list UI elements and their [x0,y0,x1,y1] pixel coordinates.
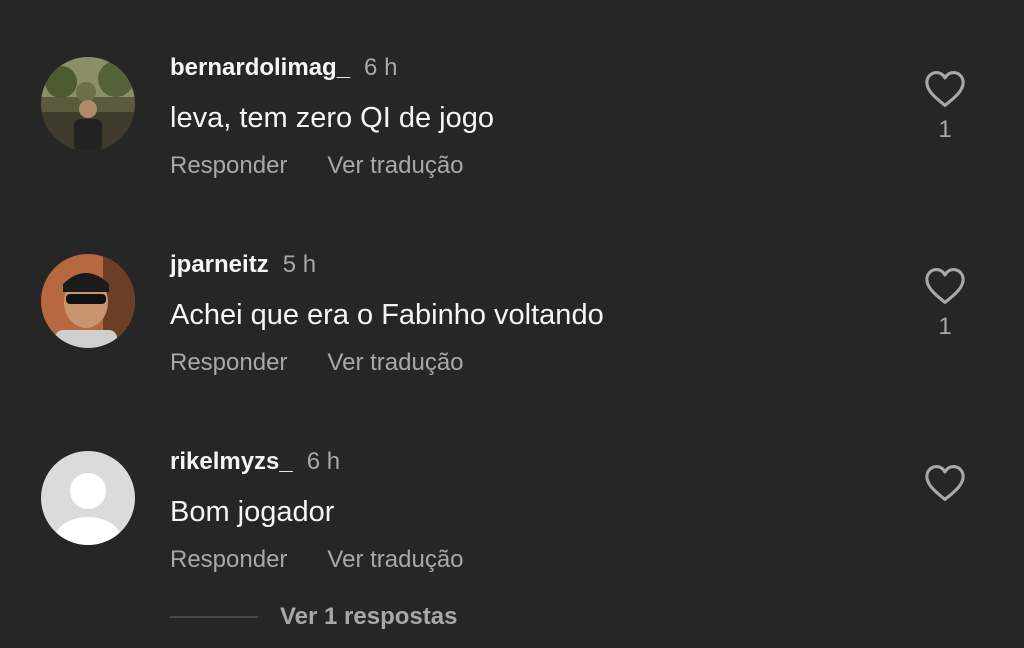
like-control: 1 [922,267,968,341]
avatar-photo [41,57,135,151]
comment-actions: Responder Ver tradução [170,544,464,576]
translate-button[interactable]: Ver tradução [327,349,463,376]
comment-text: Bom jogador [170,496,335,528]
timestamp: 5 h [282,251,317,278]
comment-item: jparneitz 5 h Achei que era o Fabinho vol… [0,207,1024,387]
reply-button[interactable]: Responder [170,152,287,179]
username[interactable]: rikelmyzs_ [170,448,293,475]
reply-button[interactable]: Responder [170,546,287,573]
comment-header: jparneitz 5 h [170,249,316,281]
avatar[interactable] [41,451,135,545]
view-replies-label[interactable]: Ver 1 respostas [280,603,457,631]
heart-icon[interactable] [924,464,966,502]
comment-header: rikelmyzs_ 6 h [170,446,340,478]
like-count: 1 [938,313,952,340]
avatar[interactable] [41,254,135,348]
comment-item: rikelmyzs_ 6 h Bom jogador Responder Ver t… [0,404,1024,584]
like-control: 1 [922,70,968,144]
translate-button[interactable]: Ver tradução [327,546,463,573]
avatar[interactable] [41,57,135,151]
username[interactable]: jparneitz [170,251,269,278]
translate-button[interactable]: Ver tradução [327,152,463,179]
comment-text: leva, tem zero QI de jogo [170,102,494,134]
comments-list: bernardolimag_ 6 h leva, tem zero QI de j… [0,0,1024,648]
comment-header: bernardolimag_ 6 h [170,52,397,84]
like-count: 1 [938,116,952,143]
heart-icon[interactable] [924,70,966,108]
username[interactable]: bernardolimag_ [170,54,350,81]
view-replies-toggle[interactable]: Ver 1 respostas [170,600,457,634]
comment-actions: Responder Ver tradução [170,150,464,182]
avatar-photo [41,254,135,348]
reply-button[interactable]: Responder [170,349,287,376]
heart-icon[interactable] [924,267,966,305]
comment-item: bernardolimag_ 6 h leva, tem zero QI de j… [0,10,1024,190]
timestamp: 6 h [306,448,341,475]
replies-divider [170,616,258,618]
comment-text: Achei que era o Fabinho voltando [170,299,604,331]
comment-actions: Responder Ver tradução [170,347,464,379]
timestamp: 6 h [364,54,398,81]
like-control [922,464,968,502]
default-avatar-icon [41,451,135,545]
